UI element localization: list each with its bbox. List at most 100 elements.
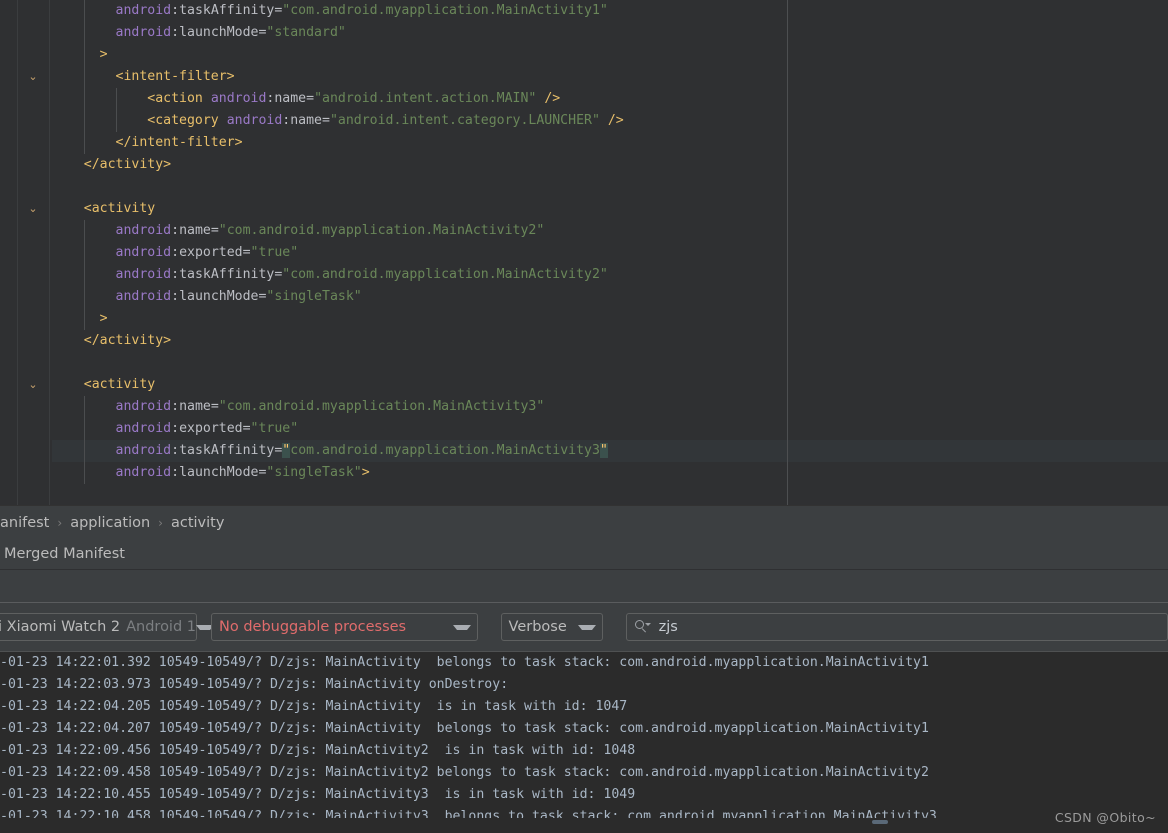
- code-token: =: [321, 113, 330, 128]
- code-token: "com.android.myapplication.MainActivity2…: [282, 267, 608, 282]
- code-token: >: [99, 311, 108, 326]
- code-line[interactable]: android:launchMode="singleTask": [52, 286, 1168, 308]
- code-line[interactable]: android:exported="true": [52, 418, 1168, 440]
- code-token: :: [171, 465, 180, 480]
- code-token: launchMode: [179, 25, 259, 40]
- log-line[interactable]: -01-23 14:22:10.458 10549-10549/? D/zjs:…: [0, 806, 1168, 818]
- indent-guide: [83, 22, 85, 44]
- code-line[interactable]: [52, 352, 1168, 374]
- code-token: >: [99, 47, 108, 62]
- code-token: android: [115, 289, 172, 304]
- logcat-toolbar[interactable]: i Xiaomi Watch 2 Android 1 No debuggable…: [0, 603, 1168, 651]
- code-line[interactable]: </intent-filter>: [52, 132, 1168, 154]
- log-line[interactable]: -01-23 14:22:01.392 10549-10549/? D/zjs:…: [0, 652, 1168, 674]
- log-line[interactable]: -01-23 14:22:04.205 10549-10549/? D/zjs:…: [0, 696, 1168, 718]
- code-line[interactable]: </activity>: [52, 330, 1168, 352]
- code-token: =: [210, 223, 219, 238]
- indent-guide: [83, 0, 85, 22]
- code-line[interactable]: android:taskAffinity="com.android.myappl…: [52, 264, 1168, 286]
- fold-chevron-icon[interactable]: ⌄: [26, 66, 40, 88]
- log-line[interactable]: -01-23 14:22:09.458 10549-10549/? D/zjs:…: [0, 762, 1168, 784]
- code-line[interactable]: ⌄ <activity: [28, 198, 1168, 220]
- scrollbar-thumb[interactable]: [872, 820, 888, 824]
- code-token: :: [171, 3, 180, 18]
- code-token: :: [171, 421, 180, 436]
- indent-guide: [115, 110, 117, 132]
- code-token: :: [171, 289, 180, 304]
- code-line[interactable]: [52, 176, 1168, 198]
- code-line[interactable]: android:launchMode="singleTask">: [52, 462, 1168, 484]
- editor-annotation-gutter[interactable]: [0, 0, 18, 505]
- manifest-tab-bar[interactable]: Merged Manifest: [0, 539, 1168, 570]
- breadcrumb[interactable]: anifest › application › activity: [0, 505, 1168, 539]
- search-icon[interactable]: [634, 619, 652, 635]
- code-editor[interactable]: android:taskAffinity="com.android.myappl…: [0, 0, 1168, 505]
- breadcrumb-item[interactable]: application: [70, 515, 150, 531]
- code-token: "true": [250, 245, 299, 260]
- log-line[interactable]: -01-23 14:22:03.973 10549-10549/? D/zjs:…: [0, 674, 1168, 696]
- code-token: :: [171, 223, 180, 238]
- code-token: >: [361, 465, 370, 480]
- breadcrumb-item[interactable]: anifest: [0, 515, 49, 531]
- log-level-label: Verbose: [508, 619, 567, 635]
- indent-guide: [83, 242, 85, 264]
- code-token: <activity: [83, 201, 156, 216]
- log-line[interactable]: -01-23 14:22:10.455 10549-10549/? D/zjs:…: [0, 784, 1168, 806]
- search-input[interactable]: zjs: [659, 619, 678, 635]
- device-selector[interactable]: i Xiaomi Watch 2 Android 1: [0, 613, 215, 641]
- code-line[interactable]: <category android:name="android.intent.c…: [52, 110, 1168, 132]
- log-line[interactable]: -01-23 14:22:04.207 10549-10549/? D/zjs:…: [0, 718, 1168, 740]
- code-line[interactable]: android:taskAffinity="com.android.myappl…: [52, 0, 1168, 22]
- code-token: =: [242, 421, 251, 436]
- logcat-output[interactable]: -01-23 14:22:01.392 10549-10549/? D/zjs:…: [0, 651, 1168, 818]
- indent-guide: [83, 132, 85, 154]
- code-token: launchMode: [179, 289, 259, 304]
- process-selector[interactable]: No debuggable processes: [211, 613, 478, 641]
- indent-guide: [83, 264, 85, 286]
- logcat-horizontal-scrollbar[interactable]: [0, 818, 1168, 833]
- code-token: android: [115, 223, 172, 238]
- code-line[interactable]: android:launchMode="standard": [52, 22, 1168, 44]
- logcat-search-box[interactable]: zjs: [625, 613, 1168, 641]
- code-token: com.android.myapplication.MainActivity3: [290, 443, 600, 458]
- code-token: :: [171, 267, 180, 282]
- log-level-selector[interactable]: Verbose: [500, 613, 603, 641]
- device-os: Android 1: [126, 619, 197, 635]
- code-line[interactable]: android:name="com.android.myapplication.…: [52, 396, 1168, 418]
- code-line[interactable]: android:name="com.android.myapplication.…: [52, 220, 1168, 242]
- code-token: android: [115, 267, 172, 282]
- code-token: :: [171, 399, 180, 414]
- code-token: "singleTask": [266, 465, 362, 480]
- code-token: "android.intent.category.LAUNCHER": [329, 113, 600, 128]
- code-token: <intent-filter>: [115, 69, 235, 84]
- code-token: ": [599, 443, 608, 458]
- code-line[interactable]: ⌄ <intent-filter>: [28, 66, 1168, 88]
- android-studio-window: android:taskAffinity="com.android.myappl…: [0, 0, 1168, 833]
- code-token: android: [115, 3, 172, 18]
- code-line[interactable]: <action android:name="android.intent.act…: [52, 88, 1168, 110]
- code-token: :: [171, 25, 180, 40]
- code-line[interactable]: </activity>: [52, 154, 1168, 176]
- fold-chevron-icon[interactable]: ⌄: [26, 198, 40, 220]
- chevron-down-icon: [577, 624, 596, 630]
- code-token: "android.intent.action.MAIN": [314, 91, 537, 106]
- code-token: name: [179, 399, 211, 414]
- code-line[interactable]: >: [52, 308, 1168, 330]
- code-line[interactable]: android:exported="true": [52, 242, 1168, 264]
- tab-merged-manifest[interactable]: Merged Manifest: [0, 546, 129, 562]
- log-line[interactable]: -01-23 14:22:09.456 10549-10549/? D/zjs:…: [0, 740, 1168, 762]
- code-token: "singleTask": [266, 289, 362, 304]
- code-line[interactable]: >: [52, 44, 1168, 66]
- breadcrumb-item[interactable]: activity: [171, 515, 224, 531]
- code-token: />: [607, 113, 624, 128]
- code-token: android: [115, 25, 172, 40]
- code-line[interactable]: ⌄ <activity: [28, 374, 1168, 396]
- indent-guide: [83, 220, 85, 242]
- code-token: "com.android.myapplication.MainActivity1…: [282, 3, 608, 18]
- code-token: taskAffinity: [179, 267, 275, 282]
- code-token: <action: [147, 91, 211, 106]
- breadcrumb-separator-icon: ›: [57, 515, 63, 530]
- fold-chevron-icon[interactable]: ⌄: [26, 374, 40, 396]
- editor-code-area[interactable]: android:taskAffinity="com.android.myappl…: [28, 0, 1168, 505]
- code-line[interactable]: android:taskAffinity="com.android.myappl…: [52, 440, 1168, 462]
